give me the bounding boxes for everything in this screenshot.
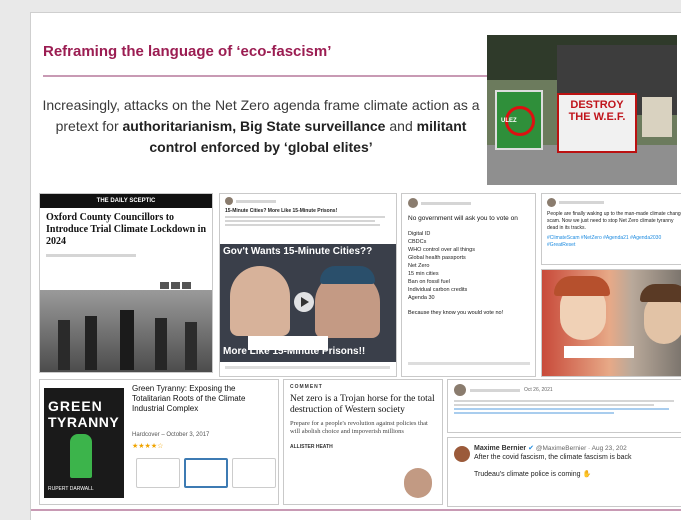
book-title[interactable]: Green Tyranny: Exposing the Totalitarian… <box>132 384 276 414</box>
wef-sign: DESTROY THE W.E.F. <box>557 93 637 153</box>
author-photo <box>404 468 432 498</box>
format-option-paperback[interactable] <box>232 458 276 488</box>
list-item: Individual carbon credits <box>408 287 468 293</box>
tweet-hashtags[interactable]: #ClimateScam #NetZero #Agenda21 #Agenda2… <box>547 235 681 249</box>
format-option-hardcover[interactable] <box>184 458 228 488</box>
fist-icon <box>70 434 92 478</box>
list-item: 15 min cities <box>408 271 439 277</box>
tweet-outro: Because they know you would vote no! <box>408 310 504 316</box>
list-item: Global health passports <box>408 255 466 261</box>
tweet-text-line2: Trudeau's climate police is coming ✋ <box>474 471 592 478</box>
slide-title: Reframing the language of ‘eco-fascism’ <box>43 43 332 60</box>
list-item: Net Zero <box>408 263 430 269</box>
ulez-sign: ULEZ <box>495 90 543 150</box>
avatar <box>454 384 466 396</box>
book-cover: GREEN TYRANNY RUPERT DARWALL <box>44 388 124 498</box>
video-card: 15-Minute Cities? More Like 15-Minute Pr… <box>219 193 397 377</box>
daily-sceptic-card: THE DAILY SCEPTIC Oxford County Councill… <box>39 193 213 373</box>
list-item: CBDCs <box>408 239 427 245</box>
video-title: 15-Minute Cities? More Like 15-Minute Pr… <box>225 208 338 214</box>
climate-scam-tweet-card: People are finally waking up to the man-… <box>541 193 681 265</box>
tweet-list: Digital ID CBDCs WHO control over all th… <box>408 230 529 302</box>
avatar <box>225 197 233 205</box>
tweet-header: Maxime Bernier ✔ @MaximeBernier · Aug 23… <box>474 445 627 452</box>
book-card: GREEN TYRANNY RUPERT DARWALL Green Tyran… <box>39 379 279 505</box>
intro-part: and <box>385 118 417 134</box>
video-caption-bottom: More Like 15-Minute Prisons!! <box>223 346 366 357</box>
tweet-date: Oct 26, 2021 <box>524 387 553 393</box>
video-thumbnail[interactable]: Gov't Wants 15-Minute Cities?? More Like… <box>220 244 396 362</box>
intro-bold-1: authoritarianism, Big State surveillance <box>122 118 386 134</box>
historical-photo <box>40 290 212 372</box>
comment-headline[interactable]: Net zero is a Trojan horse for the total… <box>290 394 436 416</box>
tweet-text-line1: After the covid fascism, the climate fas… <box>474 454 632 461</box>
tweet-text: People are finally waking up to the man-… <box>547 211 681 231</box>
title-divider <box>43 75 493 77</box>
comment-subhead: Prepare for a people's revolution agains… <box>290 420 428 435</box>
masthead: THE DAILY SCEPTIC <box>40 194 212 208</box>
comment-label: COMMENT <box>290 384 323 390</box>
comment-author: ALLISTER HEATH <box>290 444 333 450</box>
protest-photo: ULEZ DESTROY THE W.E.F. <box>487 35 677 185</box>
slide: Reframing the language of ‘eco-fascism’ … <box>30 12 681 520</box>
format-option-kindle[interactable] <box>136 458 180 488</box>
comment-article-card: COMMENT Net zero is a Trojan horse for t… <box>283 379 443 505</box>
list-item: WHO control over all things <box>408 247 475 253</box>
redaction-box <box>564 346 634 358</box>
list-item: Agenda 30 <box>408 295 435 301</box>
hashtag-tweet-card: Oct 26, 2021 <box>447 379 681 433</box>
verified-icon: ✔ <box>528 445 534 452</box>
footer-divider <box>31 509 681 511</box>
play-icon[interactable] <box>294 292 314 312</box>
bernier-tweet-card: Maxime Bernier ✔ @MaximeBernier · Aug 23… <box>447 437 681 507</box>
avatar <box>454 446 470 462</box>
rating-stars-icon: ★★★★☆ <box>132 443 164 450</box>
intro-text: Increasingly, attacks on the Net Zero ag… <box>31 95 491 158</box>
list-item: Digital ID <box>408 231 431 237</box>
list-tweet-card: No government will ask you to vote on Di… <box>401 193 536 377</box>
avatar <box>408 198 418 208</box>
video-caption-top: Gov't Wants 15-Minute Cities?? <box>223 246 373 257</box>
list-item: Ban on fossil fuel <box>408 279 450 285</box>
hand-emoji-icon: ✋ <box>582 471 592 478</box>
article-headline: Oxford County Councillors to Introduce T… <box>46 212 207 247</box>
tweet-intro: No government will ask you to vote on <box>408 215 518 222</box>
poster-image <box>541 269 681 377</box>
book-format: Hardcover – October 3, 2017 <box>132 432 210 438</box>
avatar <box>547 198 556 207</box>
